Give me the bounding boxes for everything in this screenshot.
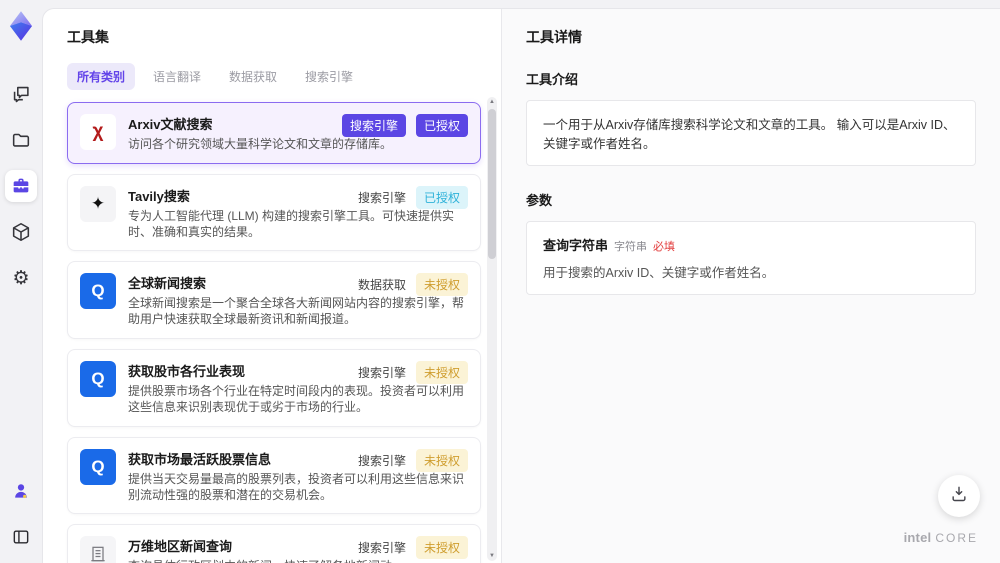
category-label: 搜索引擎 <box>357 453 406 468</box>
category-label: 搜索引擎 <box>357 366 406 381</box>
category-badge: 搜索引擎 <box>341 114 406 137</box>
stock-logo-icon: Q <box>80 361 116 398</box>
tool-description: 访问各个研究领域大量科学论文和文章的存储库。 <box>128 137 393 151</box>
tool-card-arxiv[interactable]: χ Arxiv文献搜索 访问各个研究领域大量科学论文和文章的存储库。 搜索引擎 … <box>67 102 481 164</box>
tool-card-active-stocks[interactable]: Q 获取市场最活跃股票信息 提供当天交易量最高的股票列表，投资者可以利用这些信息… <box>67 436 481 515</box>
news-logo-icon: Q <box>80 273 116 310</box>
tool-card-global-news[interactable]: Q 全球新闻搜索 全球新闻搜索是一个聚合全球各大新闻网站内容的搜索引擎，帮助用户… <box>67 261 481 340</box>
status-badge: 已授权 <box>415 185 468 209</box>
category-tabs: 所有类别 语言翻译 数据获取 搜索引擎 <box>67 63 501 90</box>
user-icon <box>11 481 31 501</box>
status-badge: 未授权 <box>415 448 468 472</box>
page-title: 工具集 <box>67 29 109 45</box>
download-button[interactable] <box>938 475 980 517</box>
tool-card-regional-news[interactable]: 万维地区新闻查询 查询具体行政区划内的新闻，快速了解各地新闻动 搜索引擎 未授权 <box>67 524 481 563</box>
param-name: 查询字符串 <box>543 238 609 253</box>
sidebar-item-account[interactable] <box>5 475 37 507</box>
tool-description: 提供股票市场各个行业在特定时间段内的表现。投资者可以利用这些信息来识别表现优于或… <box>128 384 465 414</box>
stock-logo-icon: Q <box>80 448 116 485</box>
param-card: 查询字符串 字符串 必填 用于搜索的Arxiv ID、关键字或作者姓名。 <box>526 221 976 295</box>
app-logo <box>6 10 36 42</box>
sidebar-item-tools[interactable] <box>5 170 37 202</box>
tavily-sparkle-icon: ✦ <box>80 185 116 222</box>
status-badge: 未授权 <box>415 536 468 560</box>
tool-description: 专为人工智能代理 (LLM) 构建的搜索引擎工具。可快速提供实时、准确和真实的结… <box>128 208 455 239</box>
sidebar-item-collapse[interactable] <box>5 521 37 553</box>
arxiv-logo-icon: χ <box>80 114 116 150</box>
detail-title: 工具详情 <box>526 29 582 45</box>
tab-all-categories[interactable]: 所有类别 <box>67 63 136 90</box>
category-label: 数据获取 <box>357 278 406 293</box>
scroll-up-icon[interactable]: ▲ <box>489 97 495 107</box>
main-surface: 工具集 所有类别 语言翻译 数据获取 搜索引擎 χ Arxiv文献搜索 访问各个… <box>42 8 1000 563</box>
status-badge: 未授权 <box>415 273 468 297</box>
sidebar-item-files[interactable] <box>5 124 37 156</box>
tool-card-sector-performance[interactable]: Q 获取股市各行业表现 提供股票市场各个行业在特定时间段内的表现。投资者可以利用… <box>67 349 481 427</box>
left-nav-rail: ⚙ <box>0 0 42 563</box>
tool-list-pane: 工具集 所有类别 语言翻译 数据获取 搜索引擎 χ Arxiv文献搜索 访问各个… <box>43 9 501 563</box>
param-description: 用于搜索的Arxiv ID、关键字或作者姓名。 <box>543 266 775 280</box>
download-icon <box>949 484 969 509</box>
param-type: 字符串 <box>614 241 648 253</box>
sidebar-item-settings[interactable]: ⚙ <box>5 262 37 294</box>
tab-data-acquisition[interactable]: 数据获取 <box>219 63 287 90</box>
tool-description: 查询具体行政区划内的新闻，快速了解各地新闻动 <box>128 559 466 563</box>
scrollbar-thumb[interactable] <box>488 109 496 259</box>
category-label: 搜索引擎 <box>357 541 406 556</box>
settings-gear-icon: ⚙ <box>12 267 30 289</box>
status-badge: 未授权 <box>415 361 468 385</box>
sidebar-item-packages[interactable] <box>5 216 37 248</box>
list-scrollbar[interactable]: ▲ ▼ <box>487 97 497 561</box>
tab-search-engine[interactable]: 搜索引擎 <box>295 63 363 90</box>
tool-detail-pane: 工具详情 工具介绍 一个用于从Arxiv存储库搜索科学论文和文章的工具。 输入可… <box>501 9 1000 563</box>
tool-card-tavily[interactable]: ✦ Tavily搜索 专为人工智能代理 (LLM) 构建的搜索引擎工具。可快速提… <box>67 173 481 252</box>
folder-icon <box>10 129 32 151</box>
category-label: 搜索引擎 <box>357 190 406 205</box>
scroll-down-icon[interactable]: ▼ <box>489 551 495 561</box>
building-icon <box>80 536 116 563</box>
panel-toggle-icon <box>11 527 31 547</box>
chat-icon <box>10 83 32 105</box>
intro-section-label: 工具介绍 <box>526 72 579 87</box>
status-badge: 已授权 <box>415 114 468 137</box>
intel-core-logo: intel CORE <box>903 530 978 545</box>
tool-list: χ Arxiv文献搜索 访问各个研究领域大量科学论文和文章的存储库。 搜索引擎 … <box>67 102 481 563</box>
tool-intro-text: 一个用于从Arxiv存储库搜索科学论文和文章的工具。 输入可以是Arxiv ID… <box>526 100 976 166</box>
params-section-label: 参数 <box>526 193 553 208</box>
param-required-flag: 必填 <box>653 241 676 253</box>
toolbox-icon <box>10 175 32 197</box>
tab-language-translation[interactable]: 语言翻译 <box>143 63 211 90</box>
tool-description: 提供当天交易量最高的股票列表，投资者可以利用这些信息来识别流动性强的股票和潜在的… <box>128 471 465 502</box>
sidebar-item-chat[interactable] <box>5 78 37 110</box>
cube-icon <box>10 221 32 243</box>
tool-description: 全球新闻搜索是一个聚合全球各大新闻网站内容的搜索引擎，帮助用户快速获取全球最新资… <box>128 296 465 327</box>
